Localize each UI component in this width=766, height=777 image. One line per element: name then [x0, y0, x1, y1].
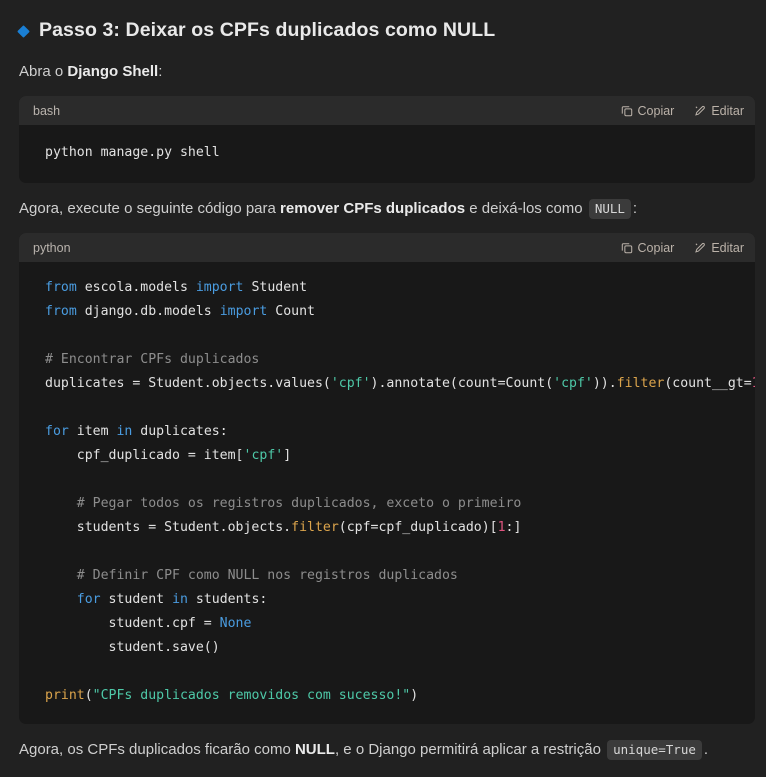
- code-token: in: [172, 592, 188, 607]
- code-token: # Definir CPF como NULL nos registros du…: [45, 568, 458, 583]
- code-token: # Pegar todos os registros duplicados, e…: [45, 496, 522, 511]
- code-block-bash-body[interactable]: python manage.py shell: [19, 125, 755, 183]
- diamond-bullet-icon: [17, 24, 30, 38]
- code-token: (cpf=cpf_duplicado)[: [338, 520, 498, 535]
- copy-button[interactable]: Copiar: [621, 240, 675, 255]
- code-block-bash-header: bash Copiar Editar: [19, 96, 755, 125]
- outro-paragraph-bold: NULL: [294, 741, 335, 758]
- copy-button[interactable]: Copiar: [621, 103, 675, 118]
- outro-paragraph-part1: Agora, os CPFs duplicados ficarão como: [19, 741, 295, 758]
- code-language-label: python: [33, 240, 71, 255]
- code-token: (count__gt=: [664, 376, 752, 391]
- code-token: item: [68, 424, 117, 439]
- outro-paragraph: Agora, os CPFs duplicados ficarão como N…: [10, 740, 756, 760]
- code-token: :]: [505, 520, 522, 535]
- edit-button[interactable]: Editar: [694, 241, 744, 255]
- code-block-python-header: python Copiar Editar: [19, 233, 755, 262]
- code-block-python: python Copiar Editar from escola.models …: [19, 233, 755, 724]
- code-token: filter: [616, 376, 665, 391]
- middle-paragraph-bold: remover CPFs duplicados: [280, 200, 466, 217]
- code-token: students:: [187, 592, 268, 607]
- intro-paragraph: Abra o Django Shell:: [10, 62, 756, 82]
- code-token: from: [45, 280, 77, 295]
- code-token: # Encontrar CPFs duplicados: [45, 352, 260, 367]
- code-token: filter: [291, 520, 339, 535]
- code-block-python-actions: Copiar Editar: [621, 241, 744, 255]
- copy-button-label: Copiar: [637, 240, 675, 255]
- copy-icon: [621, 242, 633, 254]
- page-title: Passo 3: Deixar os CPFs duplicados como …: [10, 0, 756, 48]
- code-token: import: [219, 304, 268, 319]
- code-token: student.save(): [45, 640, 220, 655]
- pencil-icon: [694, 242, 706, 254]
- code-token: student.cpf =: [45, 616, 220, 631]
- copy-button-label: Copiar: [637, 103, 675, 118]
- code-token: cpf_duplicado = item[: [45, 448, 244, 463]
- code-token: ).annotate(count=Count(: [370, 376, 554, 391]
- code-token: Count: [267, 304, 315, 319]
- edit-button-label: Editar: [711, 240, 744, 255]
- code-token: 'cpf': [330, 376, 371, 391]
- code-token: for: [45, 424, 69, 439]
- code-token: import: [195, 280, 244, 295]
- code-token: duplicates = Student.objects.values(: [45, 376, 331, 391]
- middle-paragraph-part1: Agora, execute o seguinte código para: [19, 200, 281, 217]
- code-token: "CPFs duplicados removidos com sucesso!": [92, 688, 411, 703]
- code-block-bash: bash Copiar Editar python manage.py shel…: [19, 96, 755, 183]
- code-token: 'cpf': [553, 376, 593, 391]
- article-container: Passo 3: Deixar os CPFs duplicados como …: [0, 0, 766, 777]
- code-token: django.db.models: [76, 304, 220, 319]
- code-token: None: [219, 616, 252, 631]
- code-token: ]: [283, 448, 292, 463]
- code-language-label: bash: [33, 103, 61, 118]
- code-token: )).: [592, 376, 617, 391]
- code-token: in: [116, 424, 133, 439]
- edit-button-label: Editar: [711, 103, 744, 118]
- code-token: student: [100, 592, 173, 607]
- page-title-text: Passo 3: Deixar os CPFs duplicados como …: [39, 19, 496, 42]
- inline-code-chip-null: NULL: [588, 199, 631, 219]
- middle-paragraph-part3: :: [632, 200, 638, 217]
- code-token: escola.models: [76, 280, 196, 295]
- code-token: ): [410, 688, 419, 703]
- outro-paragraph-part2: , e o Django permitirá aplicar a restriç…: [334, 741, 606, 758]
- code-token: for: [76, 592, 101, 607]
- code-token: 'cpf': [243, 448, 284, 463]
- code-block-bash-actions: Copiar Editar: [621, 104, 744, 118]
- middle-paragraph: Agora, execute o seguinte código para re…: [10, 199, 756, 219]
- code-token: 1: [752, 376, 755, 391]
- code-token: students = Student.objects.: [45, 520, 292, 535]
- copy-icon: [621, 105, 633, 117]
- code-token: Student: [243, 280, 308, 295]
- middle-paragraph-part2: e deixá-los como: [465, 200, 587, 217]
- code-token: 1: [497, 520, 506, 535]
- intro-paragraph-prefix: Abra o: [19, 63, 68, 80]
- code-token: from: [45, 304, 77, 319]
- intro-paragraph-suffix: :: [158, 63, 163, 80]
- inline-code-chip-unique: unique=True: [607, 740, 702, 760]
- code-block-python-body[interactable]: from escola.models import Student from d…: [19, 262, 755, 724]
- code-token: (: [84, 688, 93, 703]
- intro-paragraph-bold: Django Shell: [67, 63, 159, 80]
- code-token: duplicates:: [132, 424, 228, 439]
- pencil-icon: [694, 105, 706, 117]
- outro-paragraph-part3: .: [703, 741, 709, 758]
- code-token: print: [45, 688, 85, 703]
- edit-button[interactable]: Editar: [694, 104, 744, 118]
